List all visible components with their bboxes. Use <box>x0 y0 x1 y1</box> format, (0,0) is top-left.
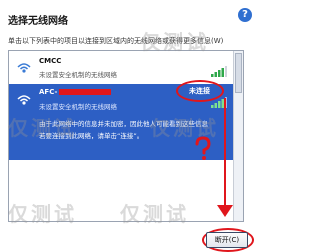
annotation-line <box>224 98 226 208</box>
signal-strength-icon <box>211 66 227 77</box>
list-scrollbar[interactable] <box>233 51 243 221</box>
network-ssid: CMCC <box>39 57 62 65</box>
watermark: 仅测试 <box>8 202 77 226</box>
status-highlight-ring <box>176 80 224 102</box>
dialog-title: 选择无线网络 <box>8 16 68 27</box>
watermark: 仅测试 <box>140 30 209 54</box>
down-arrow-icon <box>217 205 233 217</box>
instruction-text: 单击以下列表中的项目以连接到区域内的无线网络或获得更多信息(W) <box>8 37 224 45</box>
wireless-network-icon <box>17 63 31 73</box>
wireless-network-dialog: 选择无线网络 ? 单击以下列表中的项目以连接到区域内的无线网络或获得更多信息(W… <box>0 0 260 252</box>
watermark: 仅测试 <box>8 116 77 140</box>
watermark: 仅测试 <box>120 202 189 226</box>
wireless-network-icon <box>17 95 31 105</box>
help-icon[interactable]: ? <box>238 8 252 22</box>
disconnect-button[interactable]: 断开(C) <box>206 232 248 248</box>
network-item-cmcc[interactable]: CMCC 未设置安全机制的无线网络 <box>9 51 233 83</box>
network-description: 未设置安全机制的无线网络 <box>39 71 117 79</box>
network-description: 未设置安全机制的无线网络 <box>39 103 117 111</box>
scrollbar-thumb[interactable] <box>235 53 242 93</box>
watermark: 仅测试 <box>150 116 219 140</box>
network-ssid: AFC- <box>39 88 112 96</box>
redacted-ssid-mark <box>59 89 112 95</box>
